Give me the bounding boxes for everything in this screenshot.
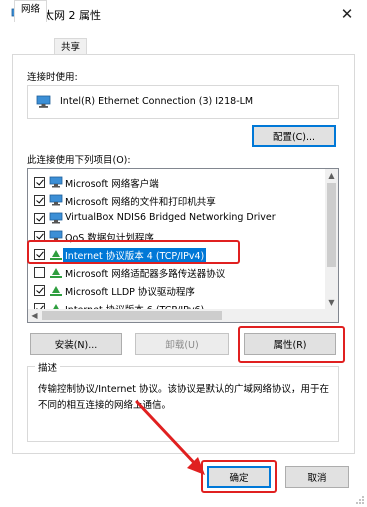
network-client-icon [49,230,63,242]
adapter-box: Intel(R) Ethernet Connection (3) I218-LM [27,85,339,119]
properties-button-label: 属性(R) [273,340,307,351]
list-item-label: Microsoft 网络适配器多路传送器协议 [65,269,226,280]
vertical-scrollbar[interactable]: ▲ ▼ [325,169,338,309]
list-item-label: Microsoft 网络的文件和打印机共享 [65,197,216,208]
list-item[interactable]: Microsoft LLDP 协议驱动程序 [28,282,326,300]
properties-button[interactable]: 属性(R) [244,333,336,355]
list-item[interactable]: VirtualBox NDIS6 Bridged Networking Driv… [28,210,326,228]
scrollbar-thumb[interactable] [327,183,336,267]
uninstall-button[interactable]: 卸载(U) [135,333,229,355]
list-item-selected[interactable]: Internet 协议版本 4 (TCP/IPv4) [28,246,326,264]
checkbox[interactable] [34,231,45,242]
network-adapter-icon [36,95,51,108]
checkbox[interactable] [34,177,45,188]
description-text: 传输控制协议/Internet 协议。该协议是默认的广域网络协议，用于在不同的相… [38,384,329,411]
list-item[interactable]: QoS 数据包计划程序 [28,228,326,246]
cancel-button-label: 取消 [307,473,327,484]
scroll-left-icon[interactable]: ◀ [28,309,41,322]
install-button[interactable]: 安装(N)... [30,333,122,355]
ok-button[interactable]: 确定 [207,466,271,488]
description-title: 描述 [35,360,61,374]
protocol-icon [50,250,62,260]
list-item[interactable]: Microsoft 网络的文件和打印机共享 [28,192,326,210]
tab-network[interactable]: 网络 [14,0,48,22]
title-bar: 以太网 2 属性 ✕ [0,0,367,28]
checkbox[interactable] [34,213,45,224]
scroll-up-icon[interactable]: ▲ [325,169,338,182]
list-item-label: Microsoft LLDP 协议驱动程序 [65,287,195,298]
list-item-label: Internet 协议版本 4 (TCP/IPv4) [63,248,207,262]
scrollbar-corner [325,309,338,322]
close-button[interactable]: ✕ [327,0,367,28]
configure-button[interactable]: 配置(C)... [252,125,336,147]
tab-network-label: 网络 [21,4,41,15]
checkbox[interactable] [34,267,45,278]
cancel-button[interactable]: 取消 [285,466,349,488]
checkbox[interactable] [34,285,45,296]
network-client-icon [49,212,63,224]
component-list[interactable]: Microsoft 网络客户端 Microsoft 网络的文件和打印机共享 Vi… [27,168,339,323]
list-item-label: Microsoft 网络客户端 [65,179,159,190]
protocol-icon [50,286,62,296]
ok-button-label: 确定 [229,473,249,484]
configure-button-label: 配置(C)... [272,132,316,143]
list-item-label: VirtualBox NDIS6 Bridged Networking Driv… [65,212,276,223]
items-label: 此连接使用下列项目(O): [27,155,131,166]
horizontal-scrollbar[interactable]: ◀ ▶ [28,309,338,322]
close-icon: ✕ [340,5,354,23]
protocol-icon [50,268,62,278]
install-button-label: 安装(N)... [54,340,98,351]
scrollbar-thumb[interactable] [42,311,222,320]
adapter-name: Intel(R) Ethernet Connection (3) I218-LM [60,96,254,107]
checkbox[interactable] [34,249,45,260]
list-item[interactable]: Microsoft 网络客户端 [28,174,326,192]
checkbox[interactable] [34,195,45,206]
tab-sharing-label: 共享 [61,42,81,53]
uninstall-button-label: 卸载(U) [165,340,199,351]
list-item-label: QoS 数据包计划程序 [65,233,154,244]
scroll-down-icon[interactable]: ▼ [325,296,338,309]
resize-grip-icon[interactable] [355,495,365,505]
list-item[interactable]: Microsoft 网络适配器多路传送器协议 [28,264,326,282]
connect-using-label: 连接时使用: [27,72,78,83]
network-client-icon [49,194,63,206]
network-client-icon [49,176,63,188]
